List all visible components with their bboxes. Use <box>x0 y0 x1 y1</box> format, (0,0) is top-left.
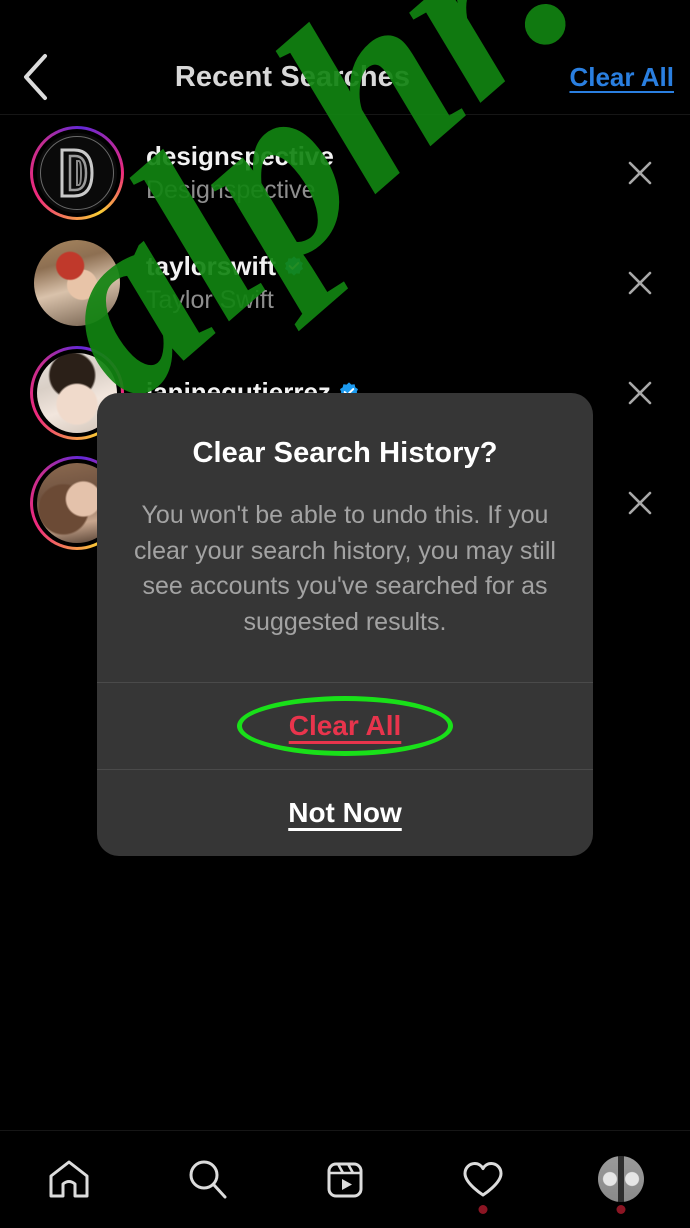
notification-dot <box>616 1204 626 1214</box>
list-item-text: taylorswift Taylor Swift <box>146 250 305 317</box>
remove-search-button[interactable] <box>620 373 660 413</box>
instagram-recent-searches-screen: Recent Searches Clear All designspective… <box>0 0 690 1227</box>
list-item-username: designspective <box>146 140 334 171</box>
search-icon <box>189 1160 227 1199</box>
avatar-image <box>34 240 120 326</box>
nav-reels-button[interactable] <box>276 1131 414 1228</box>
home-icon <box>49 1160 89 1198</box>
list-item-fullname: Designspective <box>146 176 316 204</box>
list-item-fullname: Taylor Swift <box>146 286 274 314</box>
remove-search-button[interactable] <box>620 263 660 303</box>
heart-icon <box>463 1162 503 1197</box>
reels-icon <box>327 1162 363 1198</box>
dialog-clear-all-button[interactable]: Clear All <box>97 683 593 769</box>
close-icon <box>628 381 652 405</box>
nav-activity-button[interactable] <box>414 1131 552 1228</box>
close-icon <box>628 491 652 515</box>
dialog-clear-all-label: Clear All <box>288 710 402 741</box>
avatar-image <box>37 133 117 213</box>
back-button[interactable] <box>0 40 70 115</box>
avatar[interactable] <box>30 126 124 220</box>
list-item[interactable]: designspective Designspective <box>0 118 690 228</box>
list-item-text: designspective Designspective <box>146 140 334 207</box>
bottom-navigation-bar <box>0 1130 690 1227</box>
list-item[interactable]: taylorswift Taylor Swift <box>0 228 690 338</box>
nav-home-button[interactable] <box>0 1131 138 1228</box>
page-title: Recent Searches <box>174 60 411 93</box>
list-item-username: taylorswift <box>146 250 305 283</box>
nav-search-button[interactable] <box>138 1131 276 1228</box>
app-header: Recent Searches Clear All <box>0 40 690 115</box>
remove-search-button[interactable] <box>620 153 660 193</box>
close-icon <box>628 161 652 185</box>
dialog-title: Clear Search History? <box>192 437 498 469</box>
header-clear-all-button[interactable]: Clear All <box>515 62 690 93</box>
dialog-message: You won't be able to undo this. If you c… <box>134 501 556 636</box>
dialog-not-now-label: Not Now <box>288 797 402 828</box>
verified-badge-icon <box>285 256 304 276</box>
remove-search-button[interactable] <box>620 483 660 523</box>
close-icon <box>628 271 652 295</box>
clear-search-history-dialog: Clear Search History? You won't be able … <box>97 393 593 856</box>
notification-dot <box>478 1204 488 1214</box>
avatar[interactable] <box>30 236 124 330</box>
chevron-left-icon <box>24 54 47 100</box>
dialog-body: Clear Search History? You won't be able … <box>97 393 593 682</box>
dialog-not-now-button[interactable]: Not Now <box>97 770 593 856</box>
profile-avatar-icon <box>598 1156 644 1202</box>
nav-profile-button[interactable] <box>552 1131 690 1228</box>
